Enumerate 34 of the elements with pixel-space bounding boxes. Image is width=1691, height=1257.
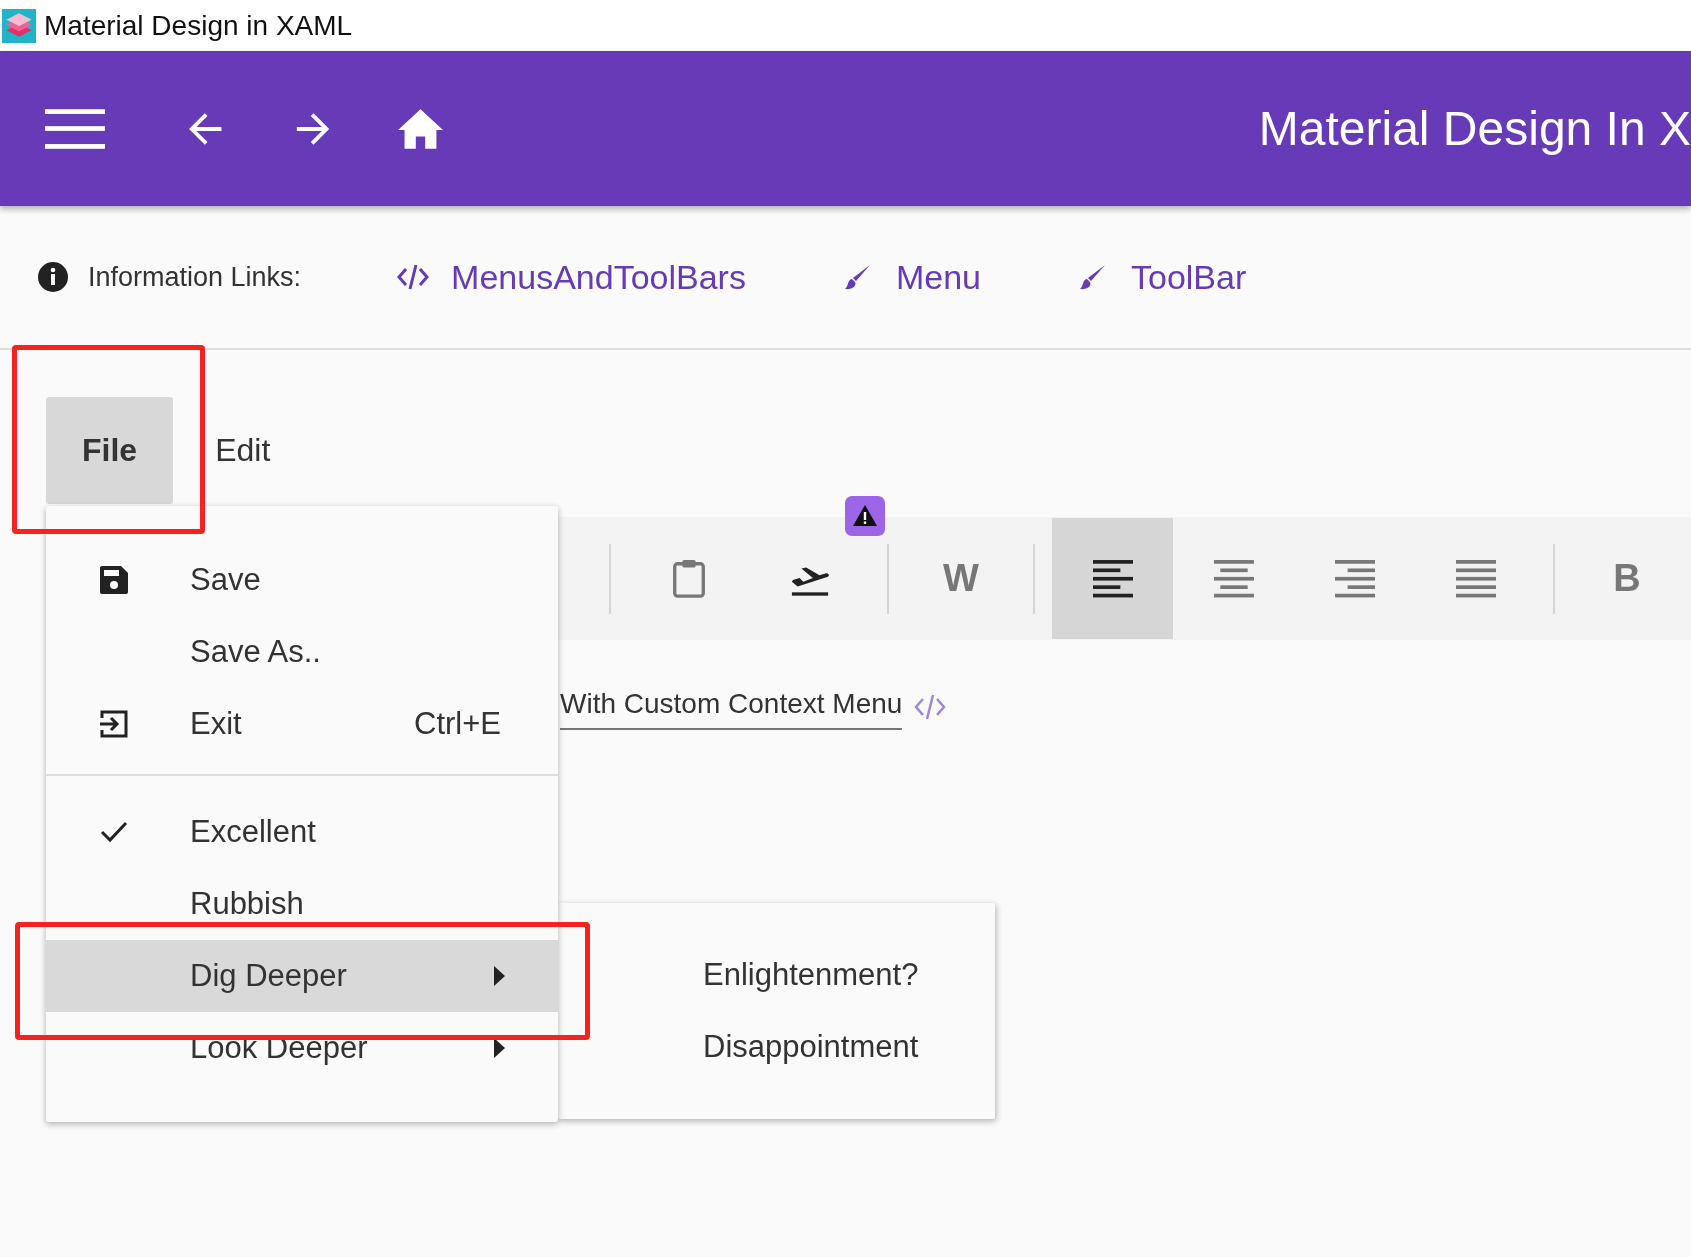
toolbar-button[interactable]: W <box>906 518 1016 639</box>
menu-item[interactable]: Dig Deeper <box>46 940 558 1012</box>
align-right-icon <box>1334 558 1375 599</box>
menu-item[interactable]: Exit Ctrl+E <box>46 688 558 760</box>
code-icon[interactable] <box>914 693 947 721</box>
exit-icon <box>100 710 128 738</box>
menu-bar-item[interactable]: Edit <box>195 397 291 504</box>
menu-item[interactable]: Excellent <box>46 796 558 868</box>
app-logo-icon <box>2 8 36 43</box>
home-icon[interactable] <box>397 107 443 150</box>
app-title: Material Design In X <box>1258 101 1691 156</box>
menu-item[interactable]: Rubbish <box>46 868 558 940</box>
menu-item[interactable]: Enlightenment? <box>558 939 995 1011</box>
info-link[interactable]: Menu <box>841 257 981 297</box>
align-center-icon <box>1213 558 1254 599</box>
caret-icon <box>494 1038 506 1058</box>
menu-item[interactable]: Save As.. <box>46 616 558 688</box>
window-title: Material Design in XAML <box>44 9 353 42</box>
menu-item[interactable]: Save <box>46 544 558 616</box>
menu-bar-item[interactable]: File <box>46 397 174 504</box>
align-button[interactable] <box>1052 518 1173 639</box>
caret-icon <box>494 966 506 986</box>
align-left-icon <box>1092 558 1133 599</box>
menu-icon[interactable] <box>45 107 106 150</box>
info-link[interactable]: MenusAndToolBars <box>397 257 746 297</box>
save-icon <box>100 566 128 594</box>
code-icon <box>397 263 430 291</box>
align-justify-icon <box>1455 558 1496 599</box>
info-label: Information Links: <box>88 261 302 293</box>
toolbar-button[interactable]: B <box>1572 518 1682 639</box>
text-field[interactable]: With Custom Context Menu <box>560 684 903 730</box>
info-link[interactable]: ToolBar <box>1077 257 1247 297</box>
info-icon <box>38 262 68 292</box>
menu-item[interactable]: Disappointment <box>558 1011 995 1083</box>
